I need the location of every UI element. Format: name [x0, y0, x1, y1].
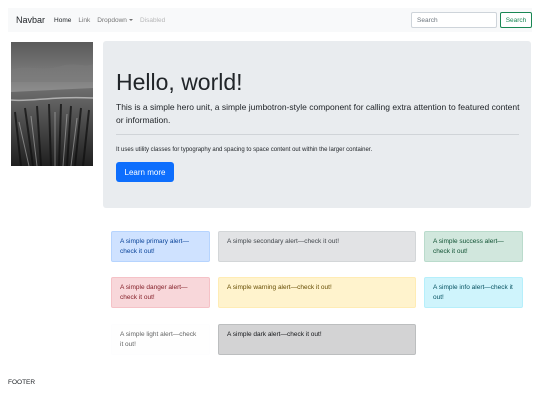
alert-primary: A simple primary alert—check it out!	[111, 231, 210, 262]
jumbotron-lead: This is a simple hero unit, a simple jum…	[116, 102, 520, 125]
alert-info: A simple info alert—check it out!	[424, 277, 523, 308]
navbar-brand[interactable]: Navbar	[16, 15, 45, 25]
learn-more-button[interactable]: Learn more	[116, 162, 174, 182]
search-input[interactable]	[411, 12, 497, 28]
divider	[116, 134, 519, 135]
caret-down-icon	[128, 18, 133, 21]
nav-link-home[interactable]: Home	[54, 17, 71, 24]
navbar: Navbar Home Link Dropdown Disabled Searc…	[8, 8, 532, 32]
jumbotron: Hello, world! This is a simple hero unit…	[103, 41, 531, 208]
footer: FOOTER	[8, 379, 36, 386]
search-button[interactable]: Search	[500, 12, 532, 28]
nav-link-link[interactable]: Link	[78, 17, 90, 24]
alert-secondary: A simple secondary alert—check it out!	[218, 231, 416, 262]
alert-success: A simple success alert—check it out!	[424, 231, 523, 262]
nav-links: Home Link Dropdown Disabled	[54, 17, 172, 24]
alert-danger: A simple danger alert—check it out!	[111, 277, 210, 308]
nav-link-disabled: Disabled	[139, 16, 166, 24]
landscape-photo	[11, 42, 93, 166]
alert-light: A simple light alert—check it out!	[111, 324, 210, 355]
alert-dark: A simple dark alert—check it out!	[218, 324, 416, 355]
nav-dropdown[interactable]: Dropdown	[97, 17, 133, 24]
jumbotron-title: Hello, world!	[116, 69, 243, 95]
jumbotron-text: It uses utility classes for typography a…	[116, 147, 373, 153]
alert-warning: A simple warning alert—check it out!	[218, 277, 416, 308]
nav-dropdown-label: Dropdown	[97, 16, 127, 24]
